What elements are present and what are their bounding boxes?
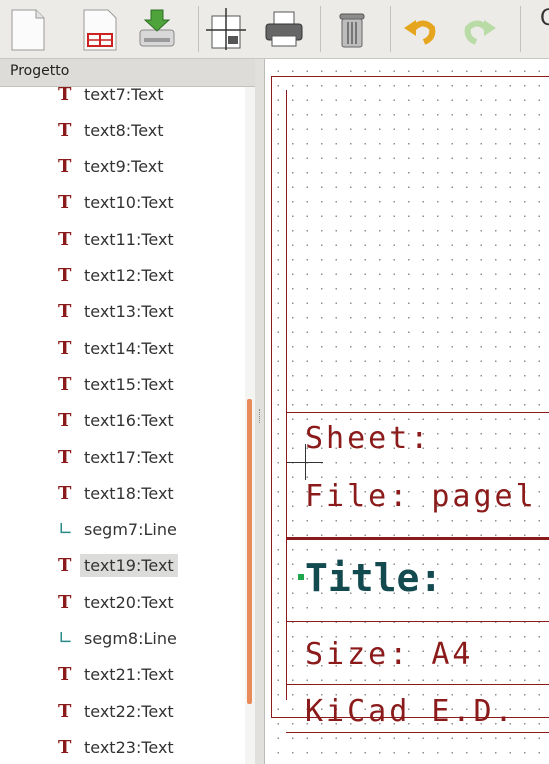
load-icon[interactable] [136,4,180,54]
tree-item-label: text18:Text [84,483,174,503]
tree-item-label: segm8:Line [84,629,177,648]
text-item-icon: T [58,591,72,613]
tree-item[interactable]: Ttext19:Text [58,551,178,581]
tree-item-label: text13:Text [84,302,174,322]
sheet-frame-inner [286,90,549,700]
title-label[interactable]: Title: [305,556,442,600]
project-tree[interactable]: Ttext7:Text Ttext8:Text Ttext9:Text Ttext10… [0,87,245,764]
tree-item-label: text22:Text [84,701,174,721]
tree-item[interactable]: Ttext9:Text [58,152,168,182]
tree-item-label: text7:Text [84,87,164,104]
tree-item-label: text21:Text [84,665,174,685]
text-item-icon: T [58,192,72,214]
redo-icon[interactable] [458,4,502,54]
cursor-crosshair [305,444,306,480]
text-item-icon: T [58,265,72,286]
line-item-icon: ∟ [58,519,74,541]
page-layout-icon[interactable] [80,4,124,54]
text-item-icon: T [58,555,72,577]
panel-title: Progetto [0,59,255,87]
text-item-icon: T [58,373,72,395]
tree-item[interactable]: Ttext18:Text [58,478,178,508]
tree-item[interactable]: Ttext21:Text [58,660,178,690]
new-page-icon[interactable] [6,4,50,54]
toolbar-separator [520,6,521,52]
tree-item[interactable]: ∟ segm7:Line [58,515,181,545]
tree-item-label: text12:Text [84,266,174,285]
item-anchor-marker[interactable] [298,574,304,580]
tree-item-label: text23:Text [84,737,174,757]
tree-item-label: text11:Text [84,229,174,249]
text-item-icon: T [58,410,72,432]
tree-item[interactable]: Ttext23:Text [58,732,178,762]
tree-item[interactable]: Ttext11:Text [58,224,178,254]
text-item-icon: T [58,482,72,504]
tree-item[interactable]: ∟ segm8:Line [58,624,181,654]
tree-item-label: text16:Text [84,411,174,431]
title-block-line [286,732,549,733]
tree-item[interactable]: Ttext8:Text [58,115,168,145]
title-block-line [286,537,549,540]
title-block-line [286,621,549,622]
text-item-icon: T [58,446,72,468]
tree-item[interactable]: Ttext16:Text [58,406,178,436]
tree-item[interactable]: Ttext15:Text [58,369,178,399]
tree-item[interactable]: Ttext20:Text [58,587,178,617]
text-item-icon: T [58,87,72,105]
tree-item[interactable]: Ttext10:Text [58,188,178,218]
text-item-icon: T [58,119,72,141]
tree-item-label: segm7:Line [84,520,177,540]
tree-item[interactable]: Ttext13:Text [58,297,178,327]
toolbar-separator [390,6,391,52]
file-label: File: pagel [305,479,537,514]
tree-item-label: text8:Text [84,120,164,140]
sheet-label: Sheet: [305,421,432,456]
tree-item-label: text9:Text [84,157,164,177]
tree-item-label: text14:Text [84,338,174,358]
toolbar: C [0,0,549,59]
text-item-icon: T [58,700,72,722]
drawing-canvas[interactable]: Sheet: File: pagel Title: Size: A4 KiCad… [264,59,549,764]
print-icon[interactable] [262,4,306,54]
toolbar-overflow[interactable]: C [540,6,549,31]
splitter-grip[interactable] [259,409,262,423]
tree-item[interactable]: Ttext14:Text [58,333,178,363]
tree-item[interactable]: Ttext12:Text [58,261,178,291]
delete-icon[interactable] [330,4,374,54]
page-settings-icon[interactable] [204,4,248,54]
tree-scrollbar[interactable] [247,399,252,704]
tree-item[interactable]: Ttext17:Text [58,442,178,472]
tree-item-label: text15:Text [84,374,174,394]
text-item-icon: T [58,337,72,359]
toolbar-separator [198,6,199,52]
text-item-icon: T [58,664,72,686]
tree-item-label: text20:Text [84,592,174,612]
tree-item[interactable]: Ttext7:Text [58,87,168,109]
title-block-line [286,412,549,413]
project-panel: Progetto Ttext7:Text Ttext8:Text Ttext9:Te… [0,59,255,764]
text-item-icon: T [58,228,72,250]
undo-icon[interactable] [398,4,442,54]
tree-item-label: text17:Text [84,447,174,467]
size-label: Size: A4 [305,637,474,672]
kicad-label: KiCad E.D. [305,694,516,729]
text-item-icon: T [58,736,72,758]
title-block-line [286,684,549,685]
toolbar-separator [320,6,321,52]
line-item-icon: ∟ [58,628,74,649]
tree-item-label: text10:Text [84,193,174,213]
tree-item-label: text19:Text [80,554,178,578]
text-item-icon: T [58,156,72,178]
text-item-icon: T [58,301,72,323]
tree-item[interactable]: Ttext22:Text [58,696,178,726]
